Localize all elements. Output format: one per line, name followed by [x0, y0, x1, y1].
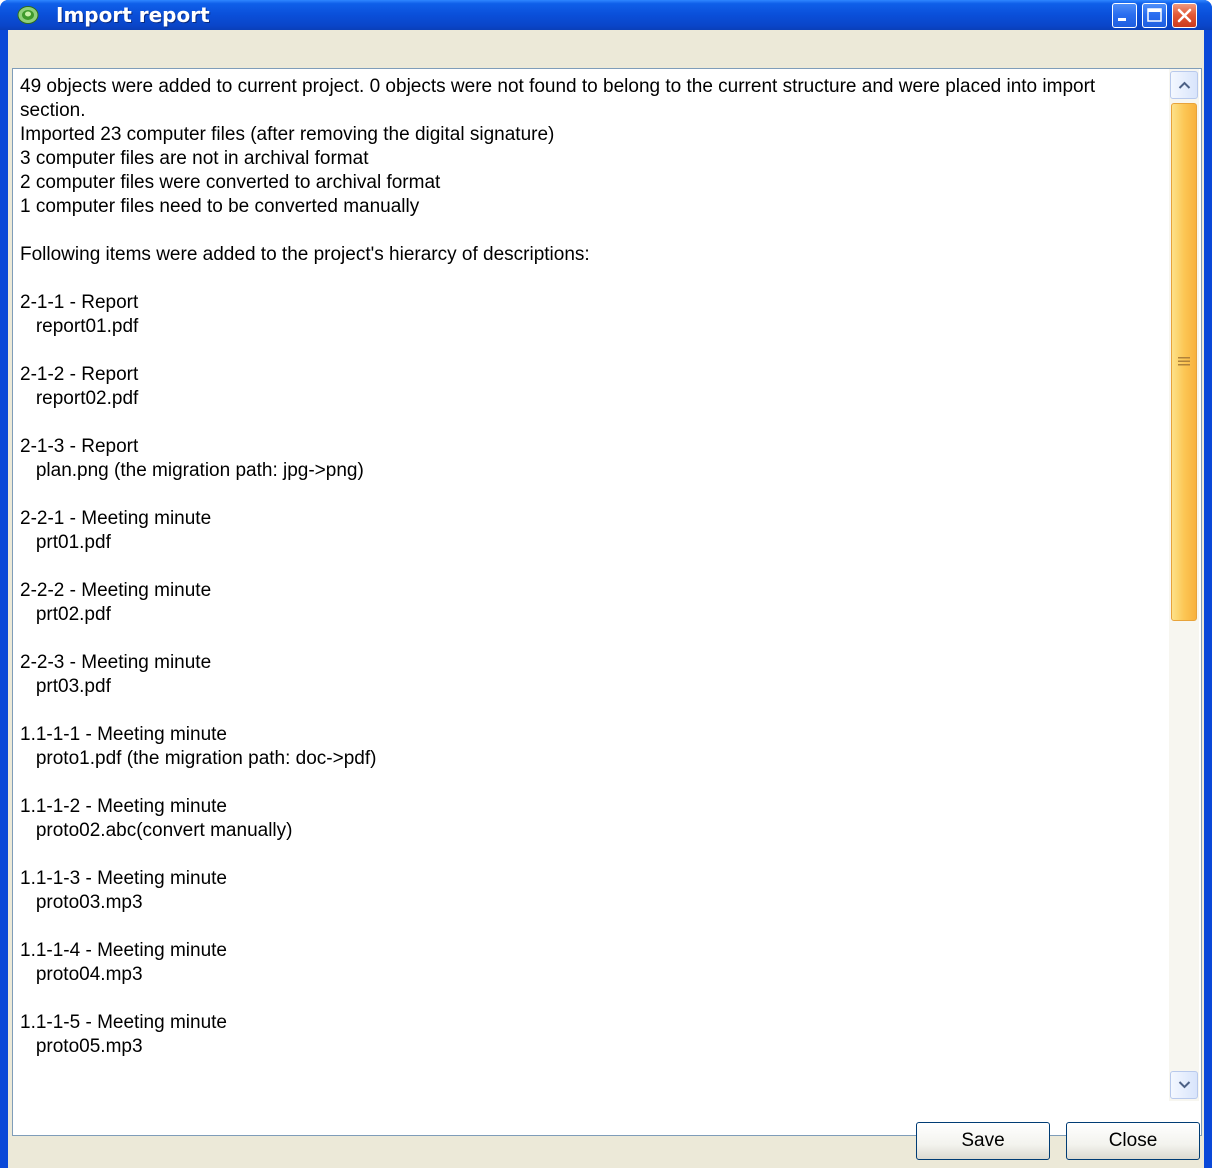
- chevron-down-icon: [1178, 1081, 1191, 1089]
- minimize-icon: [1118, 18, 1126, 21]
- grip-icon: [1178, 357, 1190, 366]
- scroll-down-button[interactable]: [1170, 1071, 1198, 1099]
- close-window-button[interactable]: [1172, 3, 1197, 28]
- maximize-button[interactable]: [1142, 3, 1167, 28]
- scroll-thumb[interactable]: [1171, 103, 1197, 621]
- title-bar[interactable]: Import report: [0, 0, 1212, 30]
- save-button[interactable]: Save: [916, 1122, 1050, 1160]
- vertical-scrollbar[interactable]: [1169, 69, 1199, 1101]
- report-text-area[interactable]: 49 objects were added to current project…: [12, 68, 1202, 1136]
- app-logo-icon: [17, 5, 39, 25]
- close-icon: [1177, 8, 1192, 23]
- close-button[interactable]: Close: [1066, 1122, 1200, 1160]
- scroll-up-button[interactable]: [1170, 71, 1198, 99]
- minimize-button[interactable]: [1112, 3, 1137, 28]
- maximize-icon: [1147, 8, 1162, 22]
- window-title: Import report: [56, 3, 210, 27]
- chevron-up-icon: [1178, 81, 1191, 89]
- import-report-window: Import report 49 objects were added to c…: [0, 0, 1212, 1168]
- report-text: 49 objects were added to current project…: [20, 76, 1096, 1057]
